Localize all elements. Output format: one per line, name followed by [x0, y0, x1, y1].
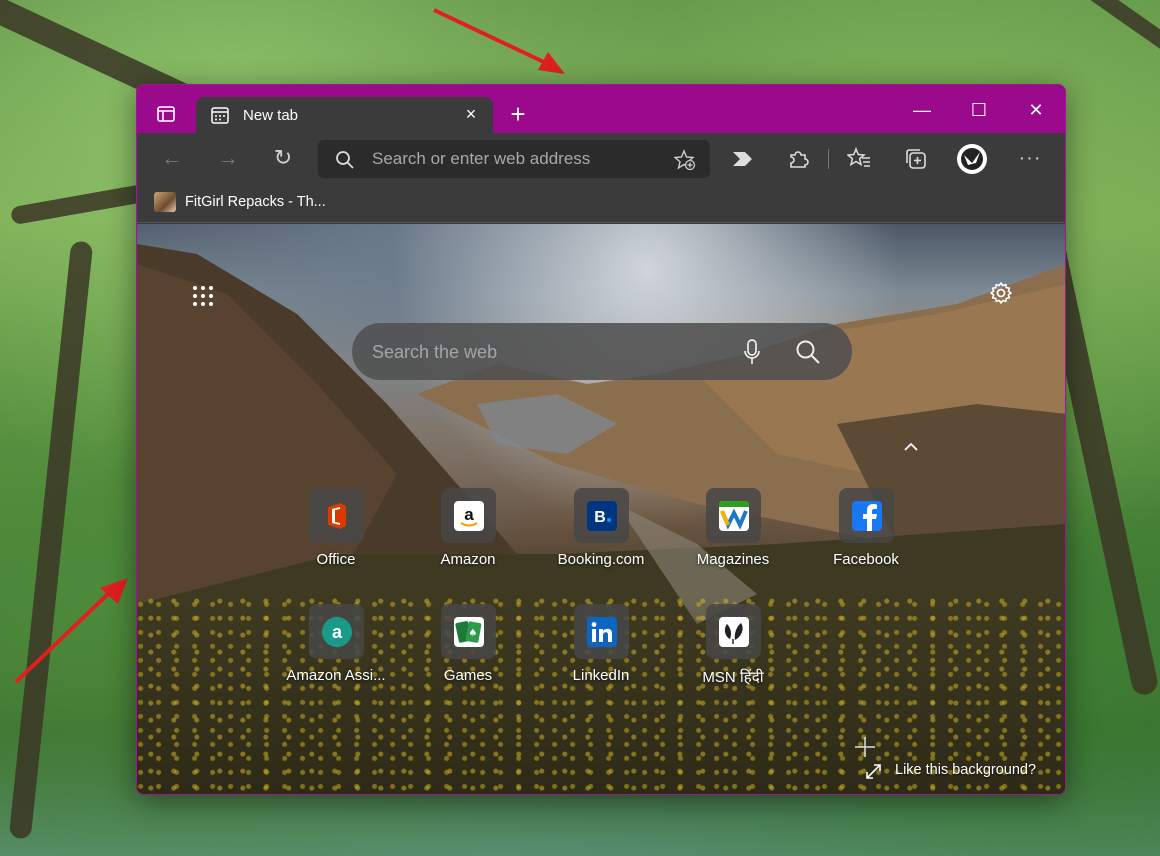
quick-link-office[interactable]: Office: [276, 488, 396, 588]
app-launcher-icon[interactable]: [192, 285, 214, 307]
quick-link-facebook[interactable]: Facebook: [806, 488, 926, 588]
title-bar: New tab × + — ☐ ✕: [137, 85, 1065, 134]
magazines-icon: [719, 501, 749, 531]
tab-new-tab[interactable]: New tab ×: [196, 97, 493, 134]
settings-more-icon[interactable]: ···: [1017, 145, 1043, 171]
web-search-box[interactable]: [352, 323, 852, 380]
profile-avatar[interactable]: [956, 143, 988, 175]
office-icon: [328, 503, 346, 529]
close-tab-icon[interactable]: ×: [463, 105, 479, 123]
close-window-icon[interactable]: ✕: [1022, 99, 1050, 121]
bookmark-favicon: [154, 192, 176, 212]
quick-link-icon-box: [839, 488, 894, 543]
tab-title: New tab: [243, 107, 299, 124]
address-input[interactable]: [372, 147, 662, 171]
search-icon[interactable]: [795, 339, 821, 365]
search-icon: [336, 151, 354, 169]
refresh-icon[interactable]: ↻: [270, 145, 296, 171]
extension-arrow-icon[interactable]: [731, 149, 755, 169]
amazon-icon: a: [454, 501, 484, 531]
maximize-icon[interactable]: ☐: [965, 99, 993, 121]
linkedin-icon: [587, 617, 617, 647]
chevron-up-icon[interactable]: [903, 440, 919, 452]
quick-link-booking[interactable]: B Booking.com: [541, 488, 661, 588]
quick-link-msn-hindi[interactable]: MSN हिंदी: [673, 604, 793, 704]
browser-window: New tab × + — ☐ ✕ ← → ↻ Search or enter …: [136, 84, 1066, 795]
quick-link-icon-box: [309, 488, 364, 543]
extensions-icon[interactable]: [787, 147, 809, 169]
microphone-icon[interactable]: [744, 339, 760, 365]
expand-icon: [866, 764, 881, 779]
svg-text:♠: ♠: [469, 628, 478, 639]
quick-link-label: Magazines: [696, 551, 770, 568]
annotation-arrow-left: [14, 578, 128, 684]
booking-icon: B: [587, 501, 617, 531]
games-icon: ♠: [454, 617, 484, 647]
quick-link-icon-box: B: [574, 488, 629, 543]
favorites-bar: FitGirl Repacks - Th...: [137, 185, 1065, 223]
toolbar-divider: [828, 149, 829, 169]
new-tab-page: Office a Amazon B Booking.com: [137, 224, 1065, 794]
tab-actions-icon[interactable]: [157, 106, 175, 122]
tree-trunk: [8, 240, 94, 840]
quick-link-label: Amazon Assi...: [286, 667, 386, 684]
add-shortcut-icon[interactable]: [854, 736, 876, 758]
quick-link-amazon[interactable]: a Amazon: [408, 488, 528, 588]
quick-link-label: Games: [443, 667, 493, 684]
quick-link-label: Booking.com: [557, 551, 645, 568]
quick-link-label: LinkedIn: [572, 667, 630, 684]
quick-link-label: Amazon: [440, 551, 496, 568]
bookmark-label: FitGirl Repacks - Th...: [185, 194, 326, 210]
back-icon[interactable]: ←: [159, 145, 185, 171]
quick-link-magazines[interactable]: Magazines: [673, 488, 793, 588]
quick-link-amazon-assistant[interactable]: a Amazon Assi...: [276, 604, 396, 704]
quick-link-icon-box: [706, 488, 761, 543]
collections-icon[interactable]: [904, 147, 928, 171]
tree-branch: [1068, 0, 1160, 65]
quick-link-icon-box: a: [309, 604, 364, 659]
favorites-icon[interactable]: [847, 147, 871, 169]
address-bar[interactable]: [318, 140, 710, 178]
forward-icon[interactable]: →: [215, 145, 241, 171]
svg-text:B: B: [594, 509, 606, 526]
amazon-assistant-icon: a: [322, 617, 352, 647]
like-background-text: Like this background?: [895, 762, 1037, 778]
web-search-input[interactable]: [372, 339, 712, 365]
annotation-arrow-top: [433, 8, 565, 74]
quick-link-icon-box: [706, 604, 761, 659]
quick-link-linkedin[interactable]: LinkedIn: [541, 604, 661, 704]
quick-link-icon-box: [574, 604, 629, 659]
svg-text:a: a: [464, 505, 474, 524]
add-favorite-icon[interactable]: [674, 149, 696, 171]
quick-link-label: Facebook: [833, 551, 899, 568]
new-tab-icon[interactable]: +: [508, 101, 528, 127]
quick-link-games[interactable]: ♠ Games: [408, 604, 528, 704]
quick-link-icon-box: ♠: [441, 604, 496, 659]
minimize-icon[interactable]: —: [908, 99, 936, 121]
gear-icon[interactable]: [989, 281, 1013, 305]
msn-icon: [719, 617, 749, 647]
quick-link-label: MSN हिंदी: [702, 669, 764, 686]
toolbar: ← → ↻ Search or enter web address ···: [137, 133, 1065, 185]
quick-link-icon-box: a: [441, 488, 496, 543]
quick-link-label: Office: [316, 551, 356, 568]
facebook-icon: [852, 501, 882, 531]
new-tab-page-icon: [211, 107, 229, 124]
svg-text:a: a: [332, 622, 343, 642]
